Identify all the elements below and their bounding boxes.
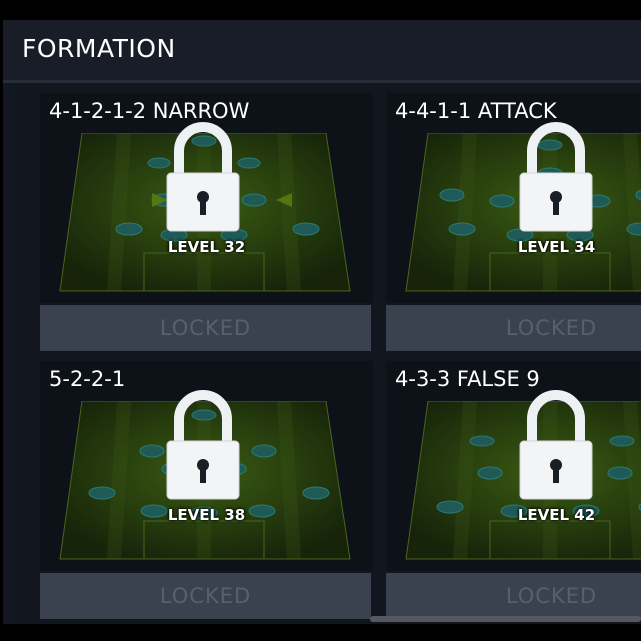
formation-card-body: 5-2-2-1 LEVEL 38 [40,361,373,571]
formation-grid: 4-1-2-1-2 NARROW LEVEL 32 LOCKED 4-4-1-1… [10,83,641,624]
panel-title: FORMATION [22,34,176,63]
lock-icon [519,390,593,500]
lock-icon [519,122,593,232]
locked-button[interactable]: LOCKED [40,305,371,351]
formation-card-4-1-2-1-2-narrow[interactable]: 4-1-2-1-2 NARROW LEVEL 32 LOCKED [40,93,373,351]
formation-card-body: 4-3-3 FALSE 9 LEVEL 42 [386,361,641,571]
formation-card-4-3-3-false-9[interactable]: 4-3-3 FALSE 9 LEVEL 42 LOCKED [386,361,641,619]
required-level: LEVEL 42 [517,506,596,524]
panel-header: FORMATION [3,20,641,83]
formation-card-body: 4-4-1-1 ATTACK LEVEL 34 [386,93,641,303]
formation-name: 5-2-2-1 [49,367,126,391]
formation-card-5-2-2-1[interactable]: 5-2-2-1 LEVEL 38 LOCKED [40,361,373,619]
required-level: LEVEL 32 [167,238,246,256]
lock-icon [166,390,240,500]
horizontal-scrollbar[interactable] [370,616,641,622]
lock-icon [166,122,240,232]
locked-button[interactable]: LOCKED [40,573,371,619]
locked-button[interactable]: LOCKED [386,573,641,619]
required-level: LEVEL 38 [167,506,246,524]
formation-card-body: 4-1-2-1-2 NARROW LEVEL 32 [40,93,373,303]
locked-button[interactable]: LOCKED [386,305,641,351]
formation-panel: FORMATION 4-1-2-1-2 NARROW LEVEL 32 LOCK… [3,20,641,624]
required-level: LEVEL 34 [517,238,596,256]
formation-card-4-4-1-1-attack[interactable]: 4-4-1-1 ATTACK LEVEL 34 LOCKED [386,93,641,351]
